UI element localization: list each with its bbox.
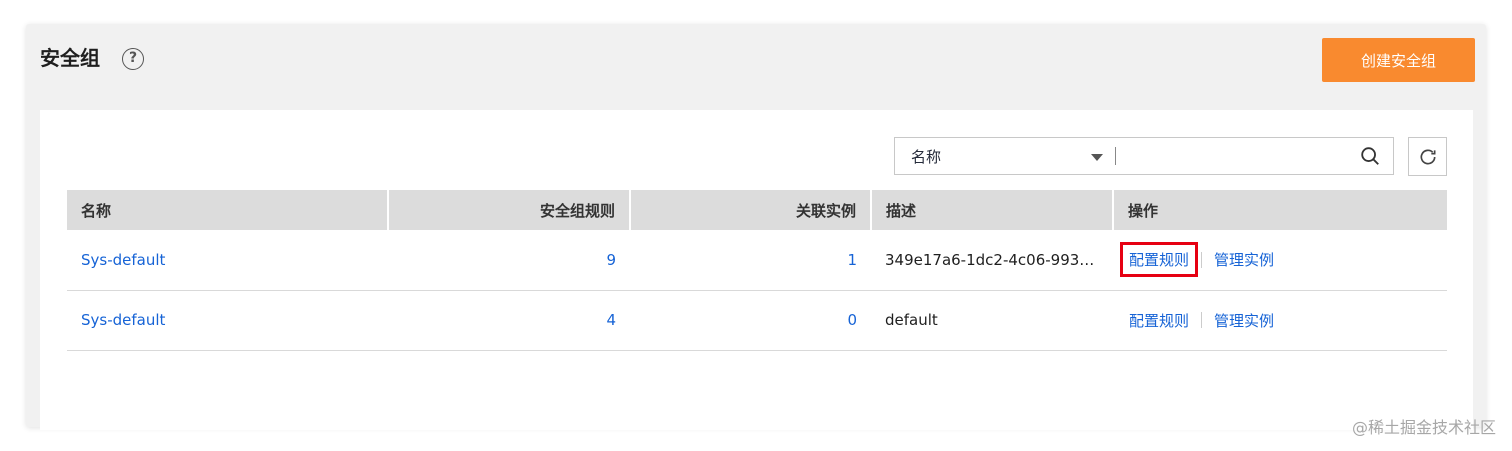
refresh-icon bbox=[1420, 149, 1435, 164]
page-title: 安全组 bbox=[40, 46, 100, 70]
column-header-instances[interactable]: 关联实例 bbox=[630, 190, 872, 230]
search-divider bbox=[1115, 147, 1116, 165]
row-rules-count-link[interactable]: 4 bbox=[388, 290, 630, 351]
row-name-link[interactable]: Sys-default bbox=[67, 290, 388, 351]
row-rules-count-link[interactable]: 9 bbox=[388, 230, 630, 291]
row-actions: 配置规则 管理实例 bbox=[1113, 290, 1447, 351]
search-field-select[interactable]: 名称 bbox=[895, 138, 1115, 174]
column-header-rules[interactable]: 安全组规则 bbox=[388, 190, 631, 230]
configure-rules-link[interactable]: 配置规则 bbox=[1119, 242, 1199, 278]
search-field-selected: 名称 bbox=[911, 147, 942, 166]
watermark: @稀土掘金技术社区 bbox=[1351, 418, 1496, 437]
security-group-table: 名称 安全组规则 关联实例 描述 操作 Sys-default 9 1 349e… bbox=[67, 190, 1447, 351]
table-row: Sys-default 9 1 349e17a6-1dc2-4c06-9931.… bbox=[67, 230, 1447, 291]
question-circle-icon[interactable]: ? bbox=[122, 48, 144, 70]
search-bar: 名称 bbox=[894, 137, 1394, 175]
row-name-link[interactable]: Sys-default bbox=[67, 230, 388, 291]
table-header-row: 名称 安全组规则 关联实例 描述 操作 bbox=[67, 190, 1447, 230]
table-row: Sys-default 4 0 default 配置规则 管理实例 bbox=[67, 290, 1447, 351]
refresh-button[interactable] bbox=[1408, 137, 1447, 176]
row-description: 349e17a6-1dc2-4c06-9931... bbox=[871, 230, 1113, 291]
action-divider bbox=[1201, 312, 1203, 328]
configure-rules-link[interactable]: 配置规则 bbox=[1127, 310, 1191, 331]
search-icon[interactable] bbox=[1359, 145, 1381, 167]
column-header-description: 描述 bbox=[871, 190, 1114, 230]
search-input[interactable] bbox=[1121, 142, 1345, 170]
action-divider bbox=[1201, 251, 1203, 268]
manage-instances-link[interactable]: 管理实例 bbox=[1212, 310, 1276, 331]
manage-instances-link[interactable]: 管理实例 bbox=[1212, 249, 1276, 270]
row-description: default bbox=[871, 290, 1113, 351]
create-security-group-button[interactable]: 创建安全组 bbox=[1322, 38, 1475, 82]
row-actions: 配置规则 管理实例 bbox=[1113, 230, 1447, 291]
column-header-name[interactable]: 名称 bbox=[67, 190, 389, 230]
row-instances-count-link[interactable]: 0 bbox=[630, 290, 871, 351]
caret-down-icon[interactable] bbox=[1091, 154, 1103, 161]
row-instances-count-link[interactable]: 1 bbox=[630, 230, 871, 291]
column-header-actions: 操作 bbox=[1113, 190, 1447, 230]
